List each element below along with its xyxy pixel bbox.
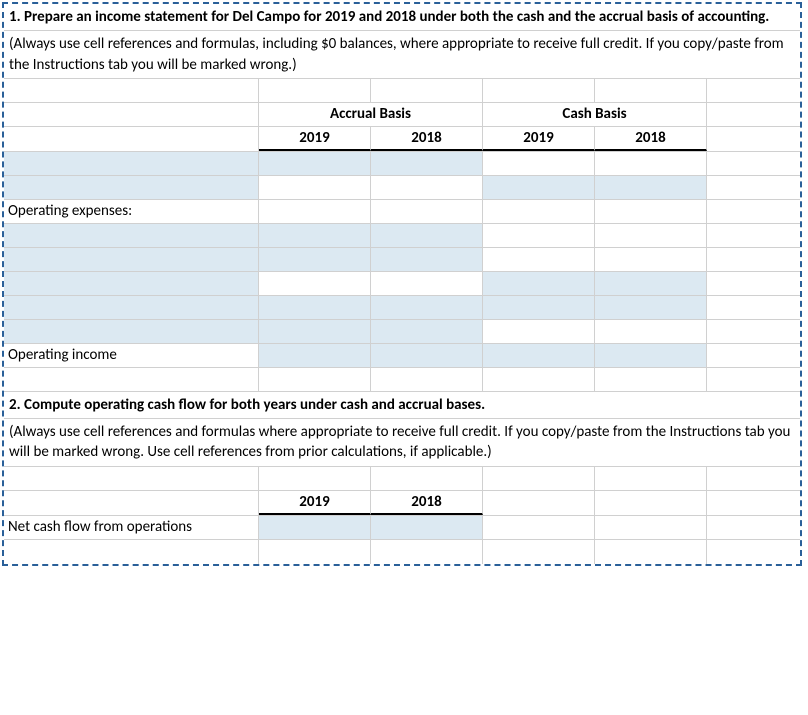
blank-row (4, 467, 800, 491)
table-row (4, 248, 800, 272)
q1-note-row: (Always use cell references and formulas… (4, 31, 800, 79)
cash-2018-header: 2018 (595, 127, 707, 151)
input-cell[interactable] (483, 176, 595, 199)
input-cell[interactable] (595, 272, 707, 295)
q2-note-row: (Always use cell references and formulas… (4, 419, 800, 467)
input-cell[interactable] (483, 152, 595, 175)
input-cell[interactable] (483, 272, 595, 295)
input-cell[interactable] (259, 516, 371, 539)
cash-basis-header: Cash Basis (483, 103, 707, 126)
q1-title-row: 1. Prepare an income statement for Del C… (4, 4, 800, 31)
input-cell[interactable] (595, 152, 707, 175)
input-cell[interactable] (259, 344, 371, 367)
operating-expenses-row: Operating expenses: (4, 200, 800, 224)
table-row (4, 224, 800, 248)
table-row (4, 272, 800, 296)
input-cell[interactable] (371, 296, 483, 319)
input-cell[interactable] (4, 272, 259, 295)
table-row (4, 176, 800, 200)
q2-2018-header: 2018 (371, 491, 483, 515)
input-cell[interactable] (371, 320, 483, 343)
group-header-row: Accrual Basis Cash Basis (4, 103, 800, 127)
input-cell[interactable] (483, 296, 595, 319)
blank-row (4, 540, 800, 564)
operating-income-row: Operating income (4, 344, 800, 368)
input-cell[interactable] (259, 272, 371, 295)
input-cell[interactable] (4, 224, 259, 247)
blank-row (4, 368, 800, 392)
operating-expenses-label: Operating expenses: (4, 200, 259, 223)
q2-title: 2. Compute operating cash flow for both … (4, 392, 800, 418)
input-cell[interactable] (371, 224, 483, 247)
input-cell[interactable] (371, 248, 483, 271)
year-header-row: 2019 2018 2019 2018 (4, 127, 800, 152)
input-cell[interactable] (259, 176, 371, 199)
input-cell[interactable] (4, 320, 259, 343)
table-row (4, 152, 800, 176)
table-row (4, 320, 800, 344)
input-cell[interactable] (371, 516, 483, 539)
input-cell[interactable] (371, 152, 483, 175)
input-cell[interactable] (4, 296, 259, 319)
input-cell[interactable] (4, 152, 259, 175)
operating-income-label: Operating income (4, 344, 259, 367)
q2-title-row: 2. Compute operating cash flow for both … (4, 392, 800, 419)
net-cash-flow-label: Net cash flow from operations (4, 516, 259, 539)
q2-note: (Always use cell references and formulas… (4, 419, 800, 466)
input-cell[interactable] (4, 248, 259, 271)
input-cell[interactable] (595, 296, 707, 319)
table-row (4, 296, 800, 320)
input-cell[interactable] (595, 320, 707, 343)
accrual-basis-header: Accrual Basis (259, 103, 483, 126)
accrual-2019-header: 2019 (259, 127, 371, 151)
input-cell[interactable] (595, 176, 707, 199)
input-cell[interactable] (259, 224, 371, 247)
input-cell[interactable] (259, 296, 371, 319)
input-cell[interactable] (595, 344, 707, 367)
input-cell[interactable] (483, 344, 595, 367)
accrual-2018-header: 2018 (371, 127, 483, 151)
worksheet: 1. Prepare an income statement for Del C… (2, 2, 802, 566)
input-cell[interactable] (483, 320, 595, 343)
input-cell[interactable] (483, 224, 595, 247)
q1-title: 1. Prepare an income statement for Del C… (4, 4, 800, 30)
q2-2019-header: 2019 (259, 491, 371, 515)
q2-year-header-row: 2019 2018 (4, 491, 800, 516)
cash-2019-header: 2019 (483, 127, 595, 151)
input-cell[interactable] (483, 248, 595, 271)
input-cell[interactable] (4, 176, 259, 199)
input-cell[interactable] (595, 248, 707, 271)
input-cell[interactable] (371, 272, 483, 295)
input-cell[interactable] (595, 224, 707, 247)
input-cell[interactable] (259, 152, 371, 175)
net-cash-flow-row: Net cash flow from operations (4, 516, 800, 540)
input-cell[interactable] (371, 176, 483, 199)
input-cell[interactable] (259, 320, 371, 343)
input-cell[interactable] (259, 248, 371, 271)
input-cell[interactable] (371, 344, 483, 367)
blank-row (4, 79, 800, 103)
q1-note: (Always use cell references and formulas… (4, 31, 800, 78)
